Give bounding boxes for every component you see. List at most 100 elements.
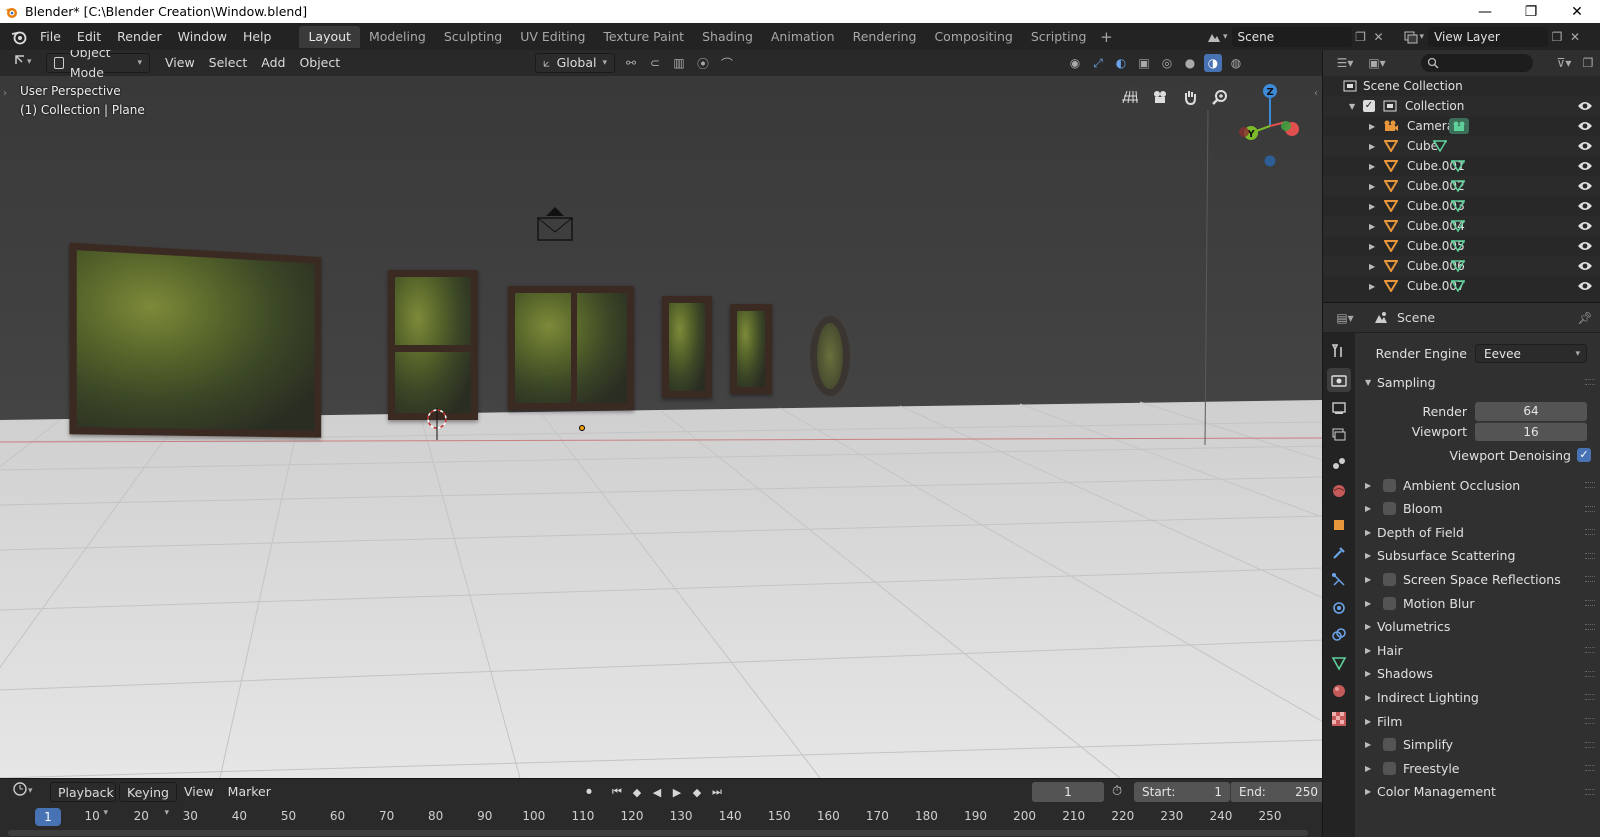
rendered-shading-icon[interactable]: ◍ (1227, 54, 1245, 72)
preview-range-icon[interactable]: ⏱ (1112, 784, 1128, 800)
blender-menu-icon[interactable] (6, 27, 32, 47)
outliner-item[interactable]: ▶ Cube.001 (1323, 156, 1600, 176)
scene-name-field[interactable]: Scene (1231, 26, 1352, 47)
material-tab-icon[interactable] (1327, 679, 1351, 703)
navigation-gizmo[interactable]: Z Y (1230, 82, 1310, 172)
visibility-eye-icon[interactable] (1577, 200, 1593, 212)
maximize-button[interactable]: ❐ (1508, 0, 1554, 23)
new-view-layer-icon[interactable]: ❐ (1548, 28, 1566, 46)
tab-rendering[interactable]: Rendering (844, 26, 926, 48)
timeline-scrollbar[interactable] (8, 830, 1308, 836)
render-panel-header[interactable]: ▶ Screen Space Reflections (1355, 569, 1600, 589)
frame-end-field[interactable]: End: 250 (1230, 782, 1326, 802)
panel-grip-icon[interactable] (1585, 600, 1595, 606)
transform-orientation-selector[interactable]: Global ▾ (535, 53, 615, 73)
outliner-item[interactable]: ▶ Cube.002 (1323, 176, 1600, 196)
visibility-eye-icon[interactable] (1577, 260, 1593, 272)
jump-to-keyframe-prev-icon[interactable]: ◆ (628, 782, 646, 802)
panel-grip-icon[interactable] (1585, 505, 1595, 512)
window-object-small[interactable] (730, 304, 772, 394)
delete-view-layer-icon[interactable]: ✕ (1566, 28, 1584, 46)
menu-render[interactable]: Render (109, 23, 170, 50)
panel-enable-checkbox[interactable] (1383, 738, 1396, 752)
proportional-edit-icon[interactable]: ⦿ (694, 54, 712, 72)
visibility-eye-icon[interactable] (1577, 280, 1593, 292)
sampling-render-field[interactable]: 64 (1475, 401, 1587, 421)
tab-shading[interactable]: Shading (693, 26, 762, 48)
jump-to-end-icon[interactable]: ⏭ (708, 782, 726, 802)
camera-view-icon[interactable] (1147, 84, 1173, 110)
render-panel-header[interactable]: ▶ Subsurface Scattering (1355, 546, 1600, 566)
render-panel-header[interactable]: ▶ Indirect Lighting (1355, 687, 1600, 707)
expand-arrow-icon[interactable]: ▶ (1369, 162, 1375, 171)
auto-keying-record-icon[interactable]: ⏺ (580, 782, 598, 802)
window-object-narrow[interactable] (662, 296, 712, 398)
overlay-toggle-icon[interactable]: ◐ (1112, 54, 1130, 72)
gizmo-toggle-icon[interactable]: ⤢ (1089, 54, 1107, 72)
render-panel-header[interactable]: ▶ Freestyle (1355, 758, 1600, 778)
mesh-data-icon[interactable] (1451, 200, 1465, 212)
mesh-data-icon[interactable] (1451, 160, 1465, 172)
timeline-menu-view[interactable]: View (177, 782, 221, 802)
timeline-menu-marker[interactable]: Marker (221, 782, 278, 802)
panel-grip-icon[interactable] (1585, 670, 1595, 677)
expand-arrow-icon[interactable]: ▶ (1369, 282, 1375, 291)
scene-browse-icon[interactable] (1205, 28, 1223, 46)
visibility-eye-icon[interactable] (1577, 100, 1593, 112)
editor-type-icon[interactable]: ▾ (6, 53, 42, 73)
tab-compositing[interactable]: Compositing (925, 26, 1021, 48)
mesh-data-icon[interactable] (1451, 240, 1465, 252)
visibility-eye-icon[interactable] (1577, 160, 1593, 172)
tab-uv-editing[interactable]: UV Editing (511, 26, 594, 48)
render-panel-header[interactable]: ▶ Shadows (1355, 664, 1600, 684)
modifier-tab-icon[interactable] (1327, 541, 1351, 565)
expand-arrow-icon[interactable]: ▶ (1369, 222, 1375, 231)
tab-modeling[interactable]: Modeling (360, 26, 435, 48)
3d-cursor-icon[interactable] (424, 406, 450, 440)
outliner-editor-type-icon[interactable]: ☰▾ (1331, 54, 1359, 72)
tab-scripting[interactable]: Scripting (1022, 26, 1096, 48)
outliner-collection[interactable]: ▼ ✓ Collection (1323, 96, 1600, 116)
tool-tab-icon[interactable] (1327, 339, 1351, 363)
grid-view-icon[interactable] (1117, 84, 1143, 110)
wireframe-shading-icon[interactable]: ◎ (1158, 54, 1176, 72)
constraints-tab-icon[interactable] (1327, 623, 1351, 647)
mode-selector[interactable]: Object Mode ▾ (46, 50, 150, 80)
render-panel-header[interactable]: ▶ Motion Blur (1355, 593, 1600, 613)
physics-tab-icon[interactable] (1327, 596, 1351, 620)
panel-enable-checkbox[interactable] (1383, 596, 1396, 610)
jump-to-start-icon[interactable]: ⏮ (608, 782, 626, 802)
view-layer-browse-icon[interactable] (1402, 28, 1420, 46)
playback-menu[interactable]: Playback ▾ (50, 782, 116, 818)
mesh-data-icon[interactable] (1451, 260, 1465, 272)
particles-tab-icon[interactable] (1327, 568, 1351, 592)
outliner-item[interactable]: ▶ Cube.003 (1323, 196, 1600, 216)
camera-data-icon[interactable] (1449, 118, 1469, 134)
outliner-item[interactable]: ▶ Cube.007 (1323, 276, 1600, 296)
visibility-eye-icon[interactable] (1577, 240, 1593, 252)
window-object-double-hung[interactable] (388, 270, 478, 420)
keying-menu[interactable]: Keying ▾ (119, 782, 177, 818)
exclude-checkbox[interactable]: ✓ (1363, 100, 1375, 112)
material-shading-icon[interactable]: ◑ (1204, 54, 1222, 72)
add-workspace-button[interactable]: + (1095, 26, 1117, 48)
pivot-point-icon[interactable]: ⚯ (622, 54, 640, 72)
viewport-denoising-checkbox[interactable]: ✓ (1577, 448, 1591, 462)
world-tab-icon[interactable] (1327, 479, 1351, 503)
mesh-data-icon[interactable] (1451, 180, 1465, 192)
menu-window[interactable]: Window (170, 23, 235, 50)
mesh-data-icon[interactable] (1451, 220, 1465, 232)
display-mode-icon[interactable]: ▣▾ (1363, 54, 1391, 72)
window-object-casement[interactable] (508, 286, 634, 410)
toolbar-toggle-icon[interactable]: › (3, 88, 7, 99)
render-panel-header[interactable]: ▶ Hair (1355, 640, 1600, 660)
visibility-eye-icon[interactable] (1577, 120, 1593, 132)
panel-grip-icon[interactable] (1585, 623, 1595, 630)
panel-grip-icon[interactable] (1585, 694, 1595, 701)
frame-start-field[interactable]: Start: 1 (1134, 782, 1230, 802)
viewport-menu-view[interactable]: View (158, 53, 202, 73)
pan-hand-icon[interactable] (1177, 84, 1203, 110)
outliner-scene-collection[interactable]: Scene Collection (1323, 76, 1600, 96)
menu-file[interactable]: File (32, 23, 69, 50)
panel-grip-icon[interactable] (1585, 788, 1595, 795)
